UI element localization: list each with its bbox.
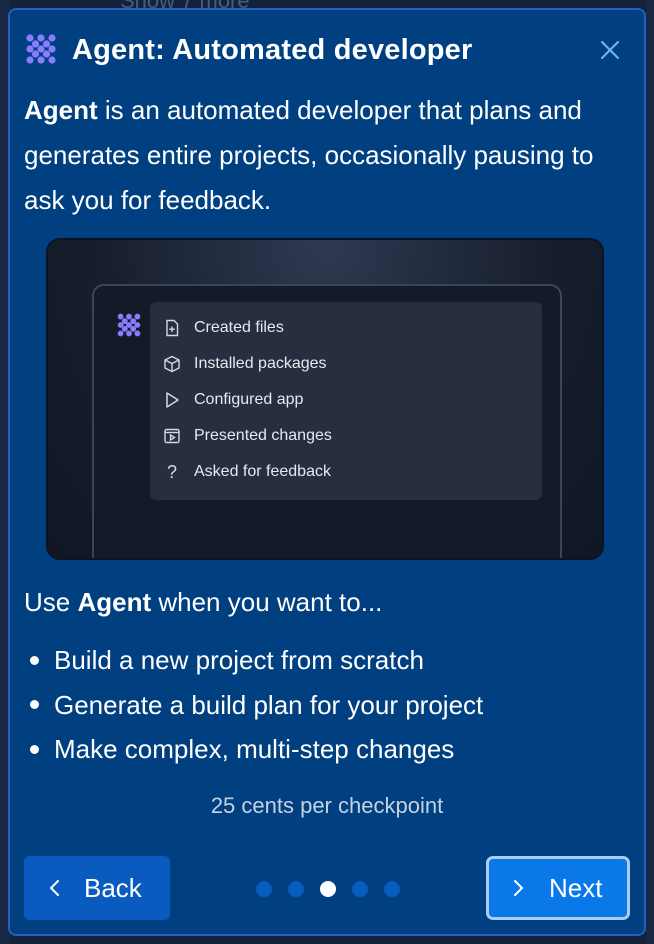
chevron-left-icon: [50, 880, 59, 896]
dialog-description: Agent is an automated developer that pla…: [24, 88, 624, 223]
bullet-dot: [30, 700, 39, 710]
pager-dot-1[interactable]: [256, 881, 272, 897]
package-icon: [162, 354, 182, 374]
preview-item-asked-for-feedback: ? Asked for feedback: [162, 454, 542, 490]
preview-agent-logo-icon: [117, 313, 141, 337]
use-case-list: Build a new project from scratch Generat…: [24, 638, 624, 772]
use-when-heading: Use Agent when you want to...: [24, 585, 382, 619]
preview-item-label: Presented changes: [194, 427, 332, 444]
use-agent-bold: Agent: [77, 587, 152, 617]
list-item-text: Build a new project from scratch: [54, 645, 424, 675]
agent-preview-image: Created files Installed packages Configu…: [46, 238, 604, 560]
dialog-title: Agent: Automated developer: [72, 34, 473, 66]
description-agent-bold: Agent: [24, 95, 98, 125]
preview-checkpoint-list: Created files Installed packages Configu…: [150, 302, 542, 500]
file-plus-icon: [162, 318, 182, 338]
pager-dot-2[interactable]: [288, 881, 304, 897]
preview-item-label: Installed packages: [194, 355, 327, 372]
preview-item-label: Asked for feedback: [194, 463, 331, 480]
preview-item-presented-changes: Presented changes: [162, 418, 542, 454]
list-item: Build a new project from scratch: [24, 638, 624, 683]
description-text: is an automated developer that plans and…: [24, 95, 594, 215]
preview-item-configured-app: Configured app: [162, 382, 542, 418]
pager-dot-4[interactable]: [352, 881, 368, 897]
dialog-header: Agent: Automated developer: [24, 32, 630, 72]
pager-dot-5[interactable]: [384, 881, 400, 897]
question-icon: ?: [166, 461, 177, 482]
pricing-text: 25 cents per checkpoint: [210, 793, 444, 818]
use-suffix: when you want to...: [151, 587, 383, 617]
list-item-text: Make complex, multi-step changes: [54, 734, 455, 764]
close-icon: [600, 40, 620, 60]
use-prefix: Use: [24, 587, 78, 617]
play-icon: [162, 390, 182, 410]
back-button[interactable]: Back: [24, 856, 170, 920]
preview-item-label: Configured app: [194, 391, 304, 408]
list-item-text: Generate a build plan for your project: [54, 689, 484, 720]
close-button[interactable]: [590, 30, 630, 70]
chevron-right-icon: [514, 880, 523, 896]
preview-item-installed-packages: Installed packages: [162, 346, 542, 382]
step-pager: [256, 881, 400, 897]
list-item: Generate a build plan for your project: [24, 683, 624, 728]
preview-frame: Created files Installed packages Configu…: [92, 284, 562, 558]
preview-item-label: Created files: [194, 319, 284, 336]
preview-item-created-files: Created files: [162, 310, 542, 346]
bullet-dot: [30, 655, 39, 665]
back-button-label: Back: [84, 872, 142, 903]
background-right: [646, 0, 654, 944]
presentation-icon: [162, 426, 182, 446]
next-button[interactable]: Next: [486, 856, 630, 920]
list-item: Make complex, multi-step changes: [24, 727, 624, 772]
agent-intro-dialog: Agent: Automated developer Agent is an a…: [8, 8, 646, 936]
pager-dot-3-active[interactable]: [320, 881, 336, 897]
bullet-dot: [30, 744, 39, 754]
agent-logo-icon: [26, 34, 56, 64]
next-button-label: Next: [549, 872, 603, 903]
